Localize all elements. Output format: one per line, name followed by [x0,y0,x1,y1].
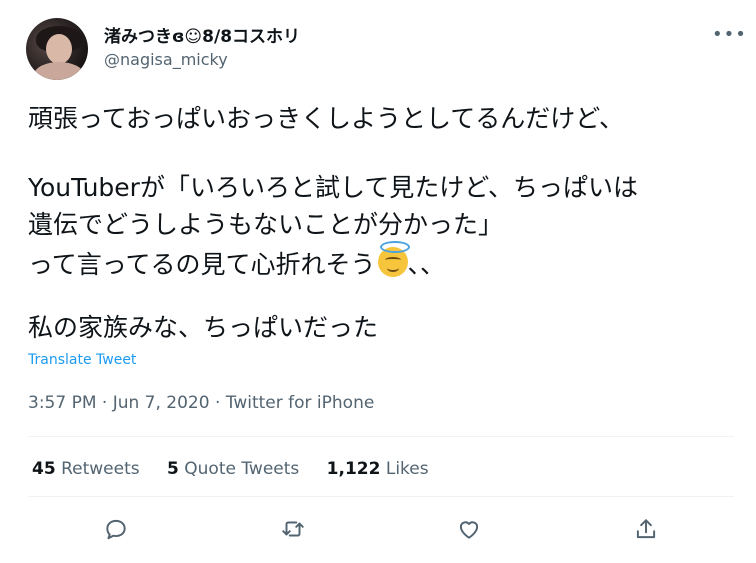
quote-tweets-stat[interactable]: 5 Quote Tweets [167,459,299,479]
quote-tweets-label: Quote Tweets [184,459,300,479]
reply-button[interactable] [100,513,132,545]
retweets-label: Retweets [61,459,140,479]
author-handle[interactable]: @nagisa_micky [104,50,228,69]
tweet-text-line-1: 頑張っておっぱいおっきくしようとしてるんだけど、 [28,104,625,133]
tweet-text-line-4-end: 、、 [407,250,446,279]
retweets-stat[interactable]: 45 Retweets [32,459,140,479]
avatar-face [46,34,72,64]
retweet-button[interactable] [277,513,309,545]
retweet-icon [282,521,304,537]
smiling-face-with-halo-emoji [377,241,410,277]
more-options-icon[interactable]: ••• [712,24,747,45]
tweet-text-line-4-start: って言ってるの見て心折れそう [28,250,376,279]
share-icon [636,519,656,539]
tweet-text-line-5: 私の家族みな、ちっぱいだった [28,313,379,342]
tweet-timestamp-source[interactable]: 3:57 PM · Jun 7, 2020 · Twitter for iPho… [28,393,374,413]
like-button[interactable] [453,513,485,545]
quote-tweets-count: 5 [167,459,179,479]
tweet: 渚みつきɞ☺︎8/8コスホリ @nagisa_micky ••• 頑張っておっぱ… [0,0,756,563]
likes-label: Likes [385,459,429,479]
avatar[interactable] [26,18,88,80]
likes-count: 1,122 [326,459,381,479]
tweet-text-line-4: って言ってるの見て心折れそう 、、 [28,241,446,279]
reply-icon [106,519,126,540]
retweets-count: 45 [32,459,56,479]
divider [28,436,734,437]
engagement-stats: 45 Retweets 5 Quote Tweets 1,122 Likes [32,459,451,479]
translate-tweet-link[interactable]: Translate Tweet [28,352,136,368]
avatar-shoulder [34,62,84,80]
like-icon [459,521,479,539]
tweet-text-line-2: YouTuberが「いろいろと試して見たけど、ちっぱいは [28,173,638,202]
share-button[interactable] [630,513,662,545]
divider [28,496,734,497]
tweet-text-line-3: 遺伝でどうしようもないことが分かった」 [28,210,504,239]
author-display-name[interactable]: 渚みつきɞ☺︎8/8コスホリ [104,22,300,47]
likes-stat[interactable]: 1,122 Likes [327,459,429,479]
